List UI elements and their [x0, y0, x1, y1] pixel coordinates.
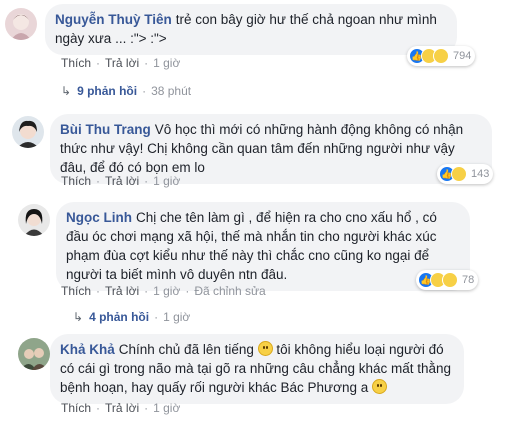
commenter-name[interactable]: Ngọc Linh	[66, 210, 132, 225]
like-link[interactable]: Thích	[61, 284, 91, 298]
like-link[interactable]: Thích	[61, 174, 91, 188]
reactions-summary[interactable]: 👍 794	[407, 46, 476, 66]
avatar-image	[18, 338, 50, 370]
reaction-count: 78	[462, 274, 475, 286]
wow-icon	[433, 48, 449, 64]
edited-label[interactable]: Đã chỉnh sửa	[194, 284, 265, 298]
reply-link[interactable]: Trả lời	[105, 284, 139, 298]
avatar[interactable]	[18, 338, 50, 370]
like-link[interactable]: Thích	[61, 401, 91, 415]
reactions-summary[interactable]: 👍 143	[437, 164, 494, 184]
comment-bubble: Khả Khả Chính chủ đã lên tiếng tôi không …	[50, 334, 464, 404]
reply-link[interactable]: Trả lời	[105, 174, 139, 188]
comment-bubble: Ngọc Linh Chị che tên làm gì , để hiện ra…	[56, 202, 470, 291]
view-replies-link[interactable]: ↳ 4 phản hồi · 1 giờ	[73, 310, 190, 324]
avatar-image	[18, 204, 50, 236]
reactions-summary[interactable]: 👍 78	[416, 270, 479, 290]
reply-arrow-icon: ↳	[73, 310, 84, 324]
comment-text-part-1: Chính chủ đã lên tiếng	[118, 342, 254, 357]
replies-count[interactable]: 4 phản hồi	[89, 310, 149, 324]
avatar-image	[5, 8, 37, 40]
reply-link[interactable]: Trả lời	[105, 401, 139, 415]
timestamp[interactable]: 1 giờ	[153, 174, 180, 188]
avatar-image	[12, 116, 44, 148]
commenter-name[interactable]: Khả Khả	[60, 342, 115, 357]
reply-arrow-icon: ↳	[61, 84, 72, 98]
commenter-name[interactable]: Nguyễn Thuỳ Tiên	[55, 12, 172, 27]
replies-time: 38 phút	[151, 84, 192, 98]
reaction-count: 794	[453, 50, 472, 62]
timestamp[interactable]: 1 giờ	[153, 401, 180, 415]
avatar[interactable]	[12, 116, 44, 148]
smile-emoji-icon	[372, 379, 387, 394]
timestamp[interactable]: 1 giờ	[153, 284, 180, 298]
comment-actions: Thích · Trả lời · 1 giờ · Đã chỉnh sửa	[61, 284, 266, 298]
replies-count[interactable]: 9 phản hồi	[77, 84, 137, 98]
comment-actions: Thích · Trả lời · 1 giờ	[61, 174, 181, 188]
reaction-count: 143	[471, 168, 490, 180]
sad-icon	[442, 272, 458, 288]
like-link[interactable]: Thích	[61, 56, 91, 70]
reply-link[interactable]: Trả lời	[105, 56, 139, 70]
comment-actions: Thích · Trả lời · 1 giờ	[61, 56, 181, 70]
comment-actions: Thích · Trả lời · 1 giờ	[61, 401, 181, 415]
view-replies-link[interactable]: ↳ 9 phản hồi · 38 phút	[61, 84, 191, 98]
timestamp[interactable]: 1 giờ	[153, 56, 180, 70]
replies-time: 1 giờ	[163, 310, 191, 324]
comment-bubble: Nguyễn Thuỳ Tiên trẻ con bây giờ hư thế c…	[45, 4, 457, 55]
smile-emoji-icon	[257, 341, 273, 356]
commenter-name[interactable]: Bùi Thu Trang	[60, 122, 151, 137]
avatar[interactable]	[18, 204, 50, 236]
haha-icon	[451, 166, 467, 182]
avatar[interactable]	[5, 8, 37, 40]
